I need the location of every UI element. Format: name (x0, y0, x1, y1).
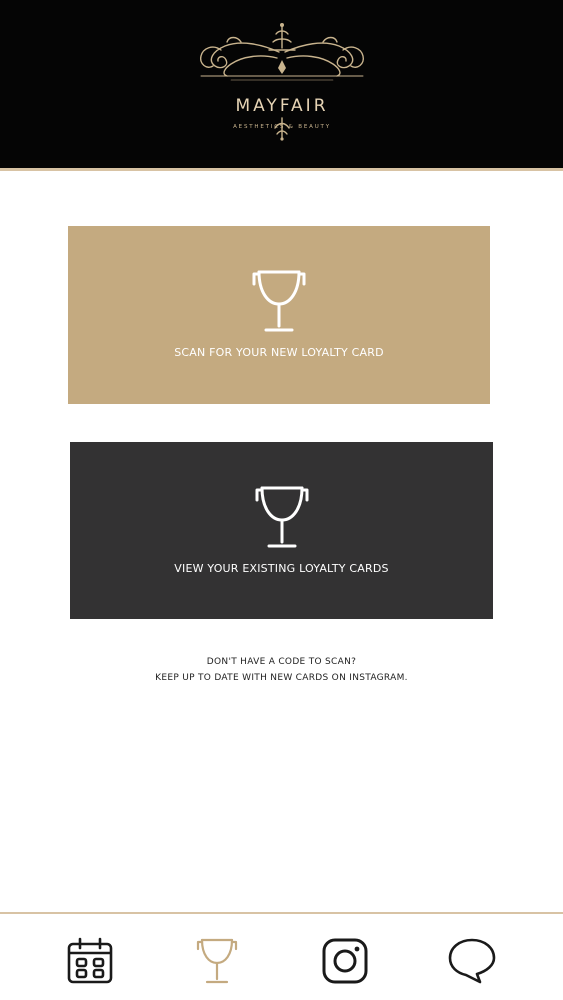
view-loyalty-cards-button[interactable]: VIEW YOUR EXISTING LOYALTY CARDS (70, 442, 493, 619)
trophy-icon (196, 938, 238, 984)
info-line-1: DON'T HAVE A CODE TO SCAN? (206, 657, 357, 667)
scan-loyalty-card-button[interactable]: SCAN FOR YOUR NEW LOYALTY CARD (68, 226, 490, 404)
chat-icon (448, 938, 496, 984)
brand-name: MAYFAIR (235, 96, 329, 116)
app-header: MAYFAIR AESTHETICS & BEAUTY (0, 0, 563, 171)
nav-instagram[interactable] (317, 934, 373, 988)
brand-tagline: AESTHETICS & BEAUTY (233, 124, 331, 130)
view-card-label: VIEW YOUR EXISTING LOYALTY CARDS (174, 562, 389, 575)
loyalty-page: MAYFAIR AESTHETICS & BEAUTY SCAN FOR YOU… (0, 0, 563, 1000)
trophy-icon (252, 270, 306, 332)
calendar-icon (67, 937, 113, 984)
instagram-icon (322, 938, 368, 984)
instagram-info-text: DON'T HAVE A CODE TO SCAN? KEEP UP TO DA… (0, 654, 563, 686)
trophy-icon (255, 486, 308, 548)
nav-rewards[interactable] (189, 934, 245, 988)
nav-chat[interactable] (444, 934, 500, 988)
brand-logo: MAYFAIR AESTHETICS & BEAUTY (191, 22, 373, 142)
nav-calendar[interactable] (62, 934, 118, 988)
info-line-2: KEEP UP TO DATE WITH NEW CARDS ON INSTAG… (155, 673, 408, 683)
scan-card-label: SCAN FOR YOUR NEW LOYALTY CARD (174, 346, 384, 359)
bottom-nav-bar (0, 912, 563, 1000)
